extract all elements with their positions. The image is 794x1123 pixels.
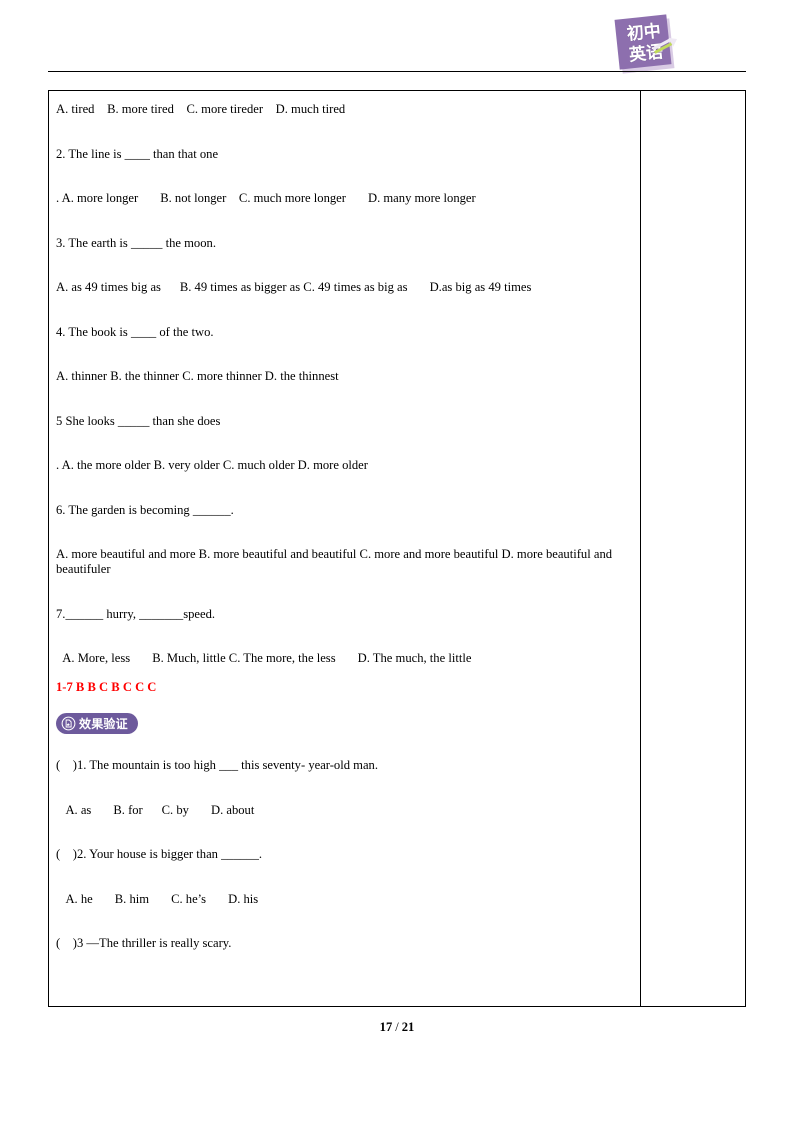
question-line: A. thinner B. the thinner C. more thinne… (56, 369, 339, 383)
question-line: 7.______ hurry, _______speed. (56, 606, 216, 621)
effect-verification-badge: 效果验证 (56, 713, 138, 734)
side-column (641, 91, 745, 1006)
section-badge-row: 效果验证 (56, 713, 632, 736)
verify-circle-icon (61, 716, 76, 731)
answer-key: 1-7 B B C B C C C (56, 680, 157, 694)
verify-question-line: ( )1. The mountain is too high ___ this … (56, 758, 379, 772)
question-line: A. tired B. more tired C. more tireder D… (56, 102, 346, 116)
question-line: . A. more longer B. not longer C. much m… (56, 191, 476, 205)
badge-label: 效果验证 (79, 716, 128, 731)
question-line: 6. The garden is becoming ______. (56, 502, 234, 517)
brand-logo: 初中 英语 (614, 14, 680, 74)
page-header: 初中 英语 (0, 0, 794, 74)
verify-question-line: A. he B. him C. he’s D. his (56, 891, 259, 906)
question-line: A. as 49 times big as B. 49 times as big… (56, 280, 532, 294)
page-footer: 17/21 (0, 1019, 794, 1035)
verify-question-line: ( )2. Your house is bigger than ______. (56, 847, 263, 861)
content-column: A. tired B. more tired C. more tireder D… (49, 91, 641, 1006)
current-page-number: 17 (379, 1020, 393, 1034)
page-separator: / (395, 1020, 399, 1034)
question-line: . A. the more older B. very older C. muc… (56, 458, 368, 472)
question-line: 5 She looks _____ than she does (56, 413, 221, 428)
question-line: 4. The book is ____ of the two. (56, 324, 214, 339)
content-table: A. tired B. more tired C. more tireder D… (48, 90, 746, 1007)
question-line: 2. The line is ____ than that one (56, 146, 219, 161)
verify-question-line: A. as B. for C. by D. about (56, 802, 255, 817)
total-page-number: 21 (401, 1020, 415, 1034)
verify-question-line: ( )3 —The thriller is really scary. (56, 936, 232, 950)
question-line: A. more beautiful and more B. more beaut… (56, 547, 616, 576)
question-line: A. More, less B. Much, little C. The mor… (56, 651, 472, 665)
question-line: 3. The earth is _____ the moon. (56, 235, 216, 250)
header-divider (48, 71, 746, 72)
